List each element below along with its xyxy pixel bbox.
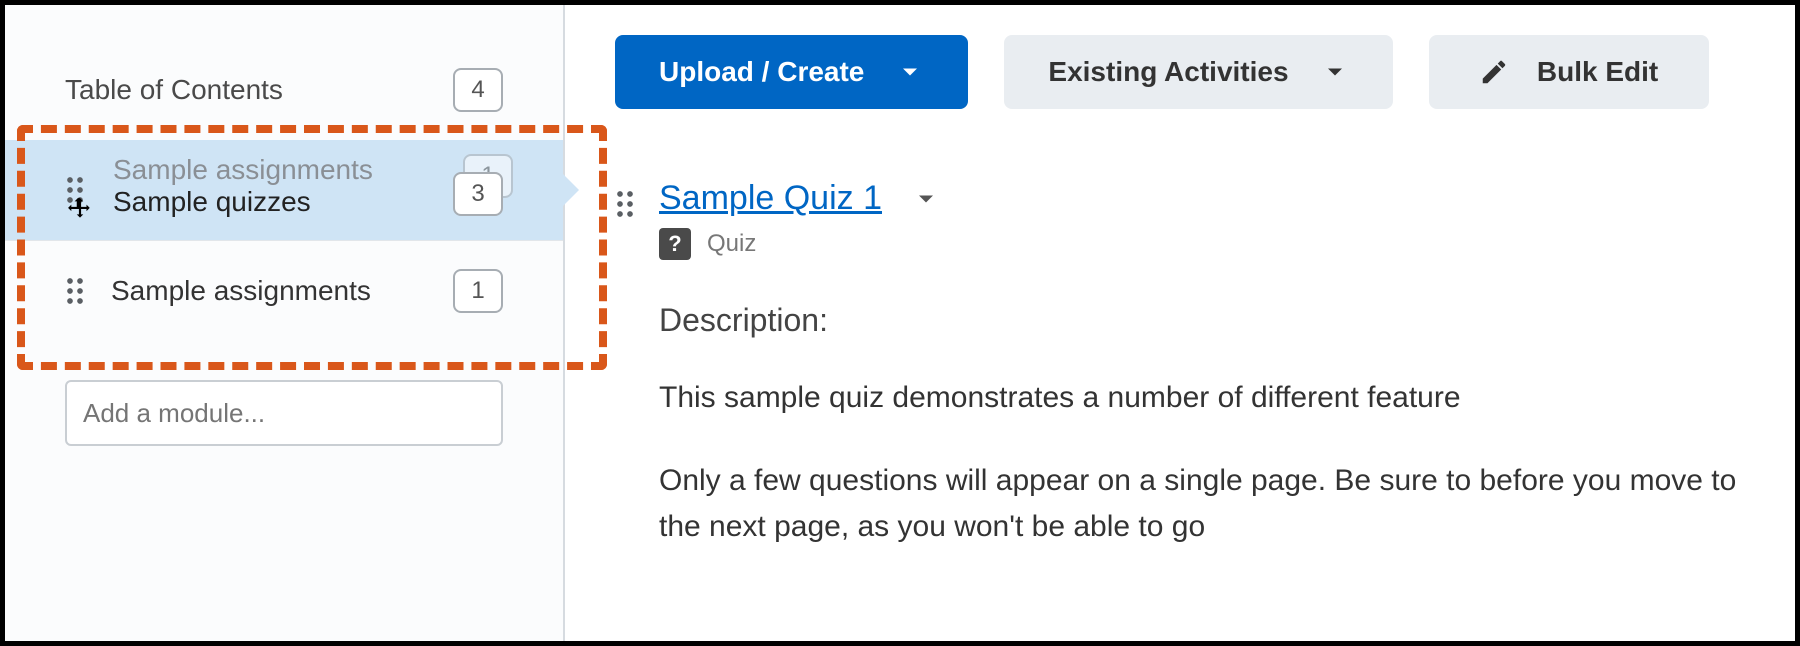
chevron-down-icon[interactable] xyxy=(912,185,940,213)
existing-activities-button[interactable]: Existing Activities xyxy=(1004,35,1392,109)
topic-title-link[interactable]: Sample Quiz 1 xyxy=(659,179,882,218)
existing-activities-label: Existing Activities xyxy=(1048,56,1288,88)
module-drag-label: Sample quizzes xyxy=(113,188,311,216)
toc-header[interactable]: Table of Contents 4 xyxy=(5,60,563,120)
edit-icon xyxy=(1479,57,1509,87)
module-drag-count: 3 xyxy=(453,172,503,216)
drag-handle-icon[interactable] xyxy=(65,276,85,306)
module-ghost-label: Sample assignments xyxy=(113,154,373,186)
toc-label: Table of Contents xyxy=(65,74,283,106)
upload-create-button[interactable]: Upload / Create xyxy=(615,35,968,109)
description-heading: Description: xyxy=(659,302,1759,339)
sidebar-module-assignments[interactable]: Sample assignments 1 xyxy=(5,240,563,340)
drag-handle-icon[interactable] xyxy=(615,189,635,219)
bulk-edit-button[interactable]: Bulk Edit xyxy=(1429,35,1709,109)
add-module-field[interactable] xyxy=(65,380,503,446)
quiz-type-label: Quiz xyxy=(707,230,756,258)
description-paragraph-2: Only a few questions will appear on a si… xyxy=(659,458,1759,551)
description-paragraph-1: This sample quiz demonstrates a number o… xyxy=(659,375,1759,422)
upload-create-label: Upload / Create xyxy=(659,56,864,88)
content-topic: Sample Quiz 1 ? Quiz Description: This s… xyxy=(615,179,1795,551)
main-content: Upload / Create Existing Activities Bulk… xyxy=(565,5,1795,641)
toolbar: Upload / Create Existing Activities Bulk… xyxy=(615,35,1795,109)
chevron-down-icon xyxy=(1321,58,1349,86)
quiz-type-icon: ? xyxy=(659,228,691,260)
sidebar: Table of Contents 4 Sample assignments 1… xyxy=(5,5,565,641)
sidebar-module-dragging[interactable]: Sample assignments 1 Sample quizzes 3 xyxy=(5,140,563,240)
toc-count-badge: 4 xyxy=(453,68,503,112)
move-cursor-icon xyxy=(67,196,93,229)
bulk-edit-label: Bulk Edit xyxy=(1537,56,1658,88)
add-module-input[interactable] xyxy=(83,398,485,429)
chevron-down-icon xyxy=(896,58,924,86)
module-label: Sample assignments xyxy=(111,275,371,307)
module-count-badge: 1 xyxy=(453,269,503,313)
